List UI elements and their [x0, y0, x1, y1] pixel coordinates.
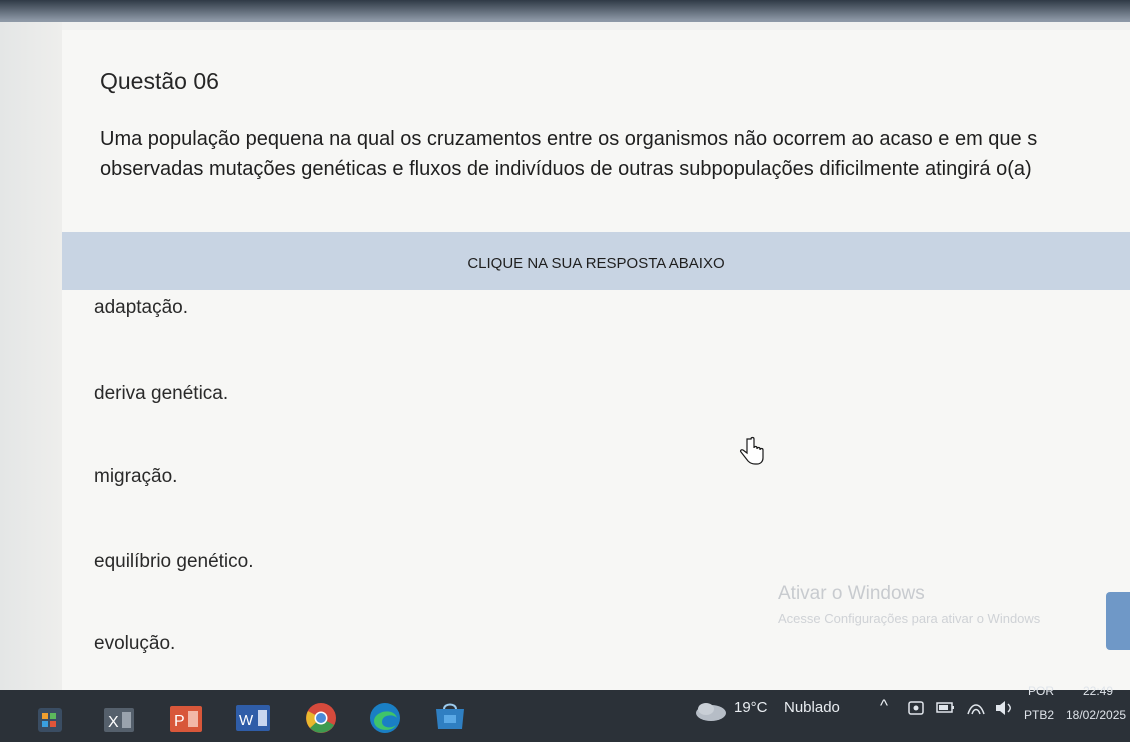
keyboard-layout[interactable]: PTB2 [1024, 708, 1054, 722]
start-icon[interactable] [36, 704, 64, 734]
hand-cursor-icon [740, 436, 764, 465]
side-tab[interactable] [1106, 592, 1130, 650]
volume-icon[interactable] [994, 698, 1016, 718]
weather-temperature[interactable]: 19°C [734, 699, 768, 716]
store-icon[interactable] [432, 701, 468, 733]
camera-icon[interactable] [906, 698, 926, 718]
powerpoint-icon[interactable]: P [170, 704, 202, 734]
svg-text:P: P [174, 713, 185, 730]
activation-watermark-text: Acesse Configurações para ativar o Windo… [778, 611, 1041, 626]
battery-icon[interactable] [936, 700, 956, 716]
svg-text:W: W [239, 712, 254, 729]
option-e[interactable]: evolução. [94, 633, 794, 667]
question-text: Uma população pequena na qual os cruzame… [100, 128, 1038, 180]
weather-description[interactable]: Nublado [784, 699, 840, 716]
question-title: Questão 06 [100, 68, 219, 94]
option-b[interactable]: deriva genética. [94, 383, 794, 417]
word-icon[interactable]: W [236, 703, 270, 733]
wifi-icon[interactable] [966, 698, 986, 718]
answer-instruction-bar: CLIQUE NA SUA RESPOSTA ABAIXO [62, 232, 1130, 290]
excel-icon[interactable]: X [104, 706, 134, 734]
page-left-margin [0, 22, 62, 690]
chevron-up-icon[interactable]: ^ [880, 696, 888, 716]
cloud-icon [696, 703, 726, 721]
activation-watermark-title: Ativar o Windows [778, 583, 925, 604]
edge-icon[interactable] [368, 701, 402, 735]
clock-date[interactable]: 18/02/2025 [1066, 708, 1126, 722]
option-a[interactable]: adaptação. [94, 297, 794, 331]
svg-text:X: X [108, 714, 119, 731]
language-code[interactable]: POR [1028, 684, 1054, 698]
clock-time[interactable]: 22:49 [1083, 684, 1113, 698]
option-c[interactable]: migração. [94, 466, 794, 500]
option-d[interactable]: equilíbrio genético. [94, 551, 794, 585]
chrome-icon[interactable] [304, 701, 338, 735]
answer-instruction-label: CLIQUE NA SUA RESPOSTA ABAIXO [467, 255, 725, 272]
